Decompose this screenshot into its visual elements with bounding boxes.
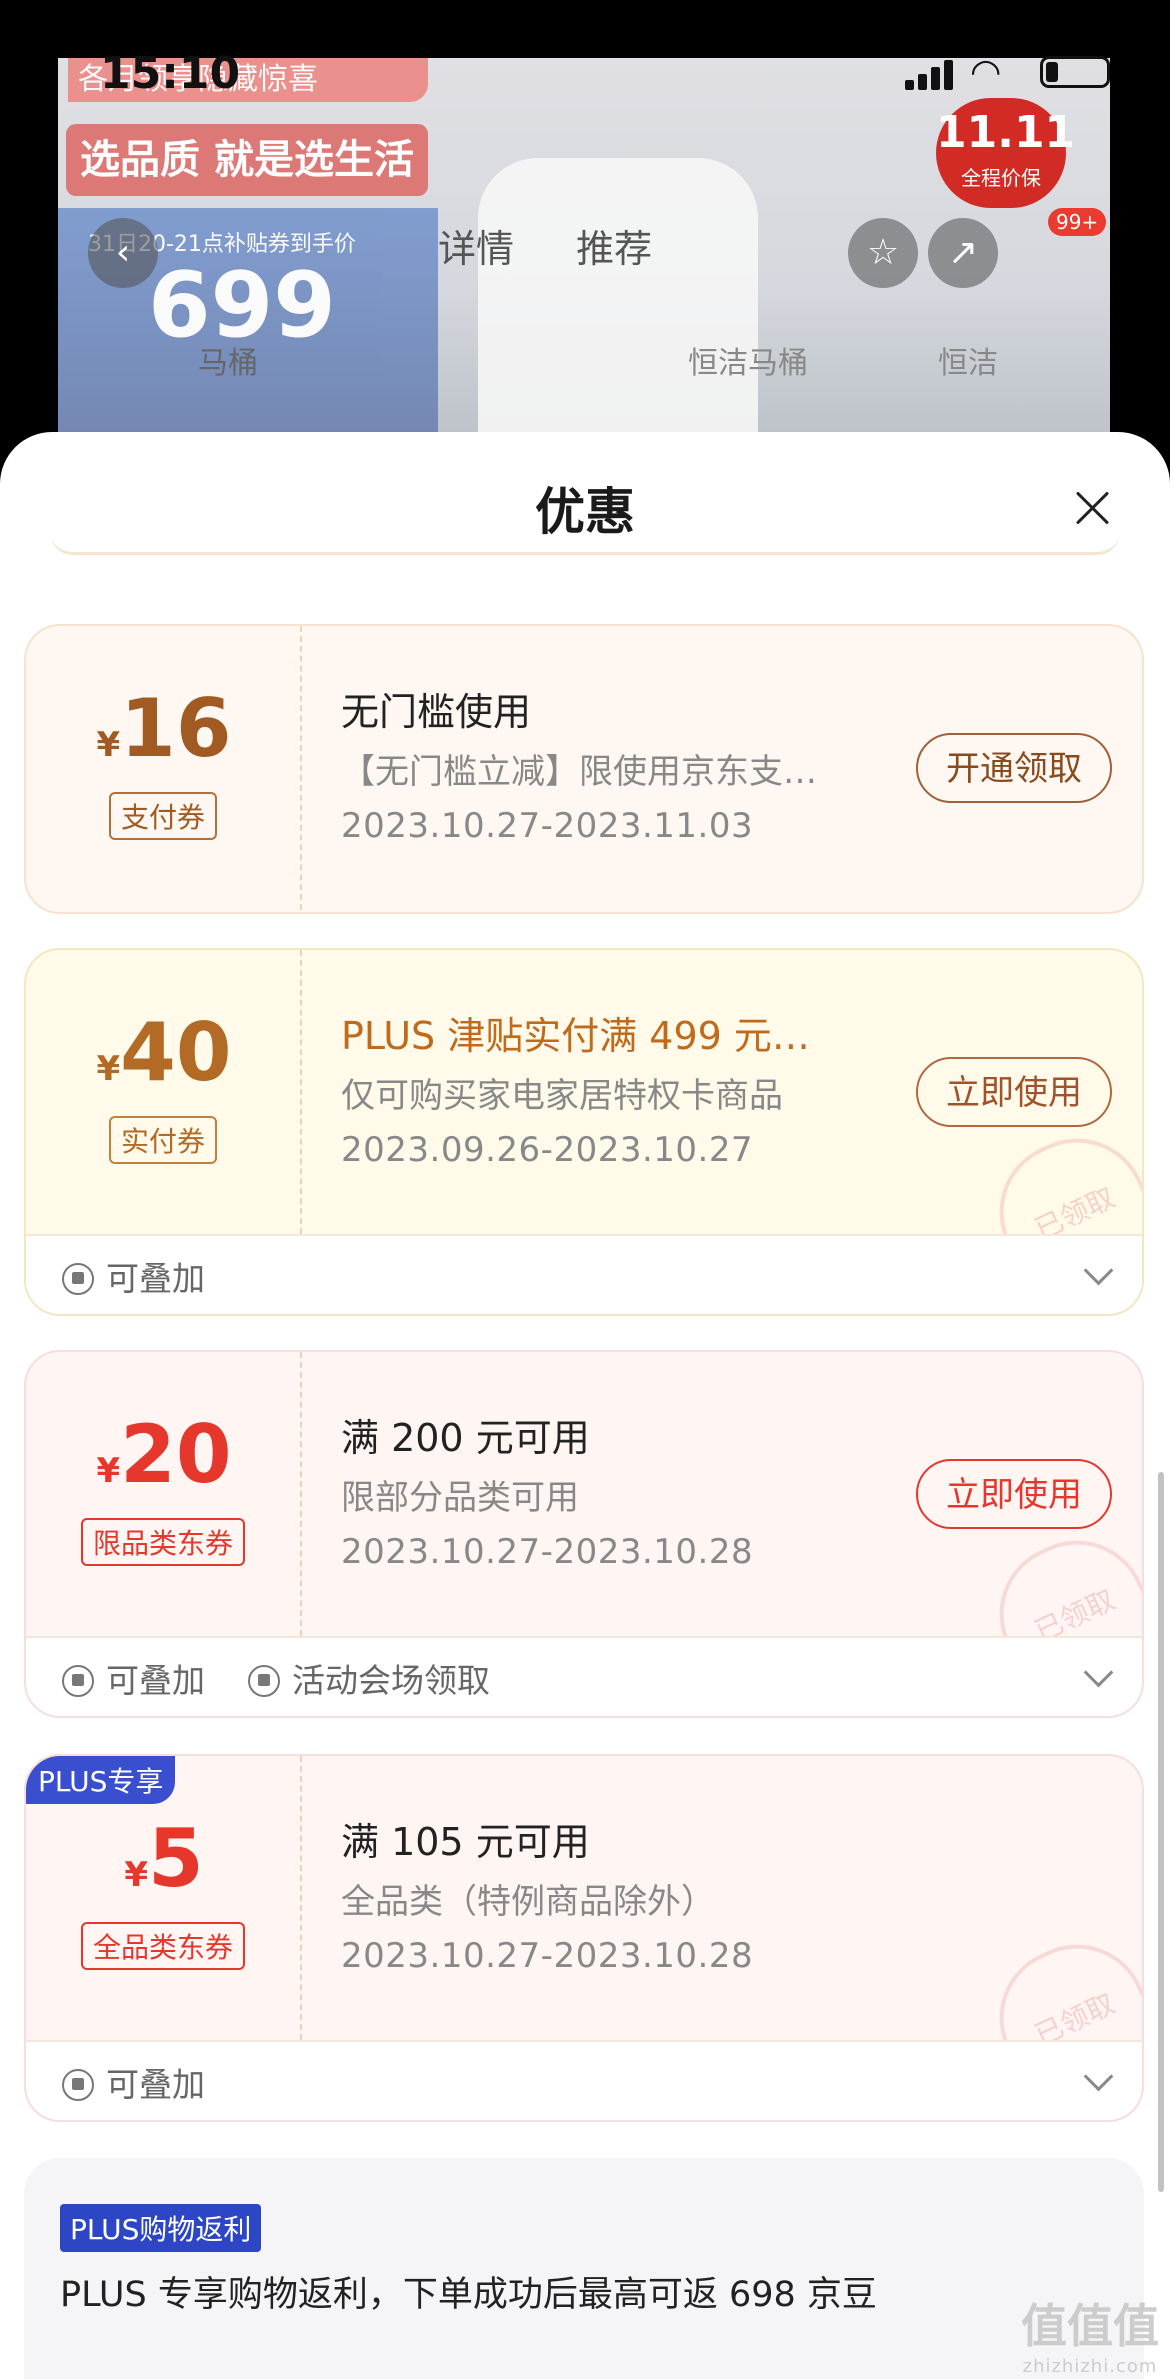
coupon-desc: 仅可购买家电家居特权卡商品 xyxy=(341,1076,783,1116)
coupon-type-tag: 实付券 xyxy=(108,1116,218,1164)
event-venue-text: 活动会场领取 xyxy=(292,1661,490,1700)
back-icon[interactable]: ‹ xyxy=(88,218,158,288)
coupon-type-tag: 支付券 xyxy=(108,792,218,840)
stackable-label: 可叠加 xyxy=(62,1252,205,1300)
activate-claim-button[interactable]: 开通领取 xyxy=(916,733,1112,803)
coupon-desc: 【无门槛立减】限使用京东支… xyxy=(341,752,817,792)
amount-value: 40 xyxy=(120,1006,232,1099)
badge-sub-text: 全程价保 xyxy=(961,166,1041,190)
stackable-label: 可叠加 xyxy=(62,1654,205,1702)
coupon-amount-area: ¥40 实付券 xyxy=(26,950,302,1234)
wifi-icon: ◠ xyxy=(970,52,1002,93)
coupon-date: 2023.10.27-2023.10.28 xyxy=(341,1532,754,1572)
coupon-type-tag: 限品类东券 xyxy=(80,1518,246,1566)
stackable-text: 可叠加 xyxy=(106,1259,205,1298)
product-tabs: 详情 推荐 xyxy=(438,218,652,273)
previous-card-edge xyxy=(50,532,1120,555)
stack-icon xyxy=(62,2069,94,2101)
stack-icon xyxy=(62,1665,94,1697)
coupon-amount: ¥20 xyxy=(26,1410,302,1500)
coupon-desc: 限部分品类可用 xyxy=(341,1478,579,1518)
cellular-signal-icon xyxy=(905,58,955,90)
watermark-logo: 值值值 xyxy=(1021,2299,1159,2353)
coupon-footer[interactable]: 可叠加 xyxy=(26,1234,1142,1314)
stackable-label: 可叠加 xyxy=(62,2058,205,2106)
coupon-footer[interactable]: 可叠加 xyxy=(26,2040,1142,2120)
currency-symbol: ¥ xyxy=(124,1855,148,1895)
coupon-title: PLUS 津贴实付满 499 元… xyxy=(341,1014,810,1058)
coupon-date: 2023.10.27-2023.11.03 xyxy=(341,806,754,846)
scrollbar[interactable] xyxy=(1158,1472,1164,2192)
tab-details[interactable]: 详情 xyxy=(438,227,514,271)
cart-count-badge: 99+ xyxy=(1048,208,1107,236)
coupon-title: 满 105 元可用 xyxy=(341,1820,590,1864)
coupon-sheet: 优惠 ¥16 支付券 无门槛使用 【无门槛立减】限使用京东支… 2023.10.… xyxy=(0,432,1170,2379)
coupon-card-16: ¥16 支付券 无门槛使用 【无门槛立减】限使用京东支… 2023.10.27-… xyxy=(24,624,1144,914)
use-now-button[interactable]: 立即使用 xyxy=(916,1057,1112,1127)
stackable-text: 可叠加 xyxy=(106,1661,205,1700)
close-icon[interactable] xyxy=(1074,490,1110,526)
chevron-down-icon[interactable] xyxy=(1083,1255,1114,1286)
chevron-down-icon[interactable] xyxy=(1083,1657,1114,1688)
coupon-desc: 全品类（特例商品除外） xyxy=(341,1882,715,1922)
coupon-card-20: ¥20 限品类东券 满 200 元可用 限部分品类可用 2023.10.27-2… xyxy=(24,1350,1144,1718)
currency-symbol: ¥ xyxy=(96,1451,121,1491)
coupon-title: 无门槛使用 xyxy=(341,690,532,734)
coupon-card-40: ¥40 实付券 PLUS 津贴实付满 499 元… 仅可购买家电家居特权卡商品 … xyxy=(24,948,1144,1316)
use-now-button[interactable]: 立即使用 xyxy=(916,1459,1112,1529)
status-time: 15:10 xyxy=(100,48,241,99)
search-keyword-1[interactable]: 马桶 xyxy=(198,338,258,382)
plus-rebate-section: PLUS购物返利 PLUS 专享购物返利，下单成功后最高可返 698 京豆 xyxy=(24,2158,1144,2379)
chevron-down-icon[interactable] xyxy=(1083,2061,1114,2092)
currency-symbol: ¥ xyxy=(96,725,121,765)
coupon-date: 2023.10.27-2023.10.28 xyxy=(341,1936,754,1976)
coupon-date: 2023.09.26-2023.10.27 xyxy=(341,1130,754,1170)
watermark-site: zhizhizhi.com xyxy=(1022,2356,1158,2377)
amount-value: 16 xyxy=(120,682,232,775)
plus-rebate-tag: PLUS购物返利 xyxy=(60,2204,262,2252)
search-keyword-2[interactable]: 恒洁马桶 xyxy=(688,338,808,382)
coupon-amount: ¥16 xyxy=(26,684,302,774)
amount-value: 20 xyxy=(120,1408,232,1501)
event-venue-label: 活动会场领取 xyxy=(248,1654,490,1702)
coupon-title: 满 200 元可用 xyxy=(341,1416,590,1460)
site-watermark: 值值值 zhizhizhi.com xyxy=(1010,2290,1170,2379)
share-icon[interactable]: ↗ xyxy=(928,218,998,288)
battery-icon xyxy=(1040,56,1110,88)
favorite-icon[interactable]: ☆ xyxy=(848,218,918,288)
coupon-amount: ¥5 xyxy=(26,1814,302,1904)
currency-symbol: ¥ xyxy=(96,1049,121,1089)
coupon-amount: ¥40 xyxy=(26,1008,302,1098)
amount-value: 5 xyxy=(148,1812,204,1905)
plus-rebate-text: PLUS 专享购物返利，下单成功后最高可返 698 京豆 xyxy=(60,2275,877,2315)
plus-exclusive-tag: PLUS专享 xyxy=(26,1756,176,1804)
venue-icon xyxy=(248,1665,280,1697)
status-bar: 15:10 ◠ xyxy=(0,0,1170,120)
search-keyword-3[interactable]: 恒洁 xyxy=(938,338,998,382)
stackable-text: 可叠加 xyxy=(106,2065,205,2104)
coupon-footer[interactable]: 可叠加 活动会场领取 xyxy=(26,1636,1142,1716)
coupon-card-5: PLUS专享 ¥5 全品类东券 满 105 元可用 全品类（特例商品除外） 20… xyxy=(24,1754,1144,2122)
tab-recommend[interactable]: 推荐 xyxy=(576,227,652,271)
coupon-type-tag: 全品类东券 xyxy=(80,1922,246,1970)
coupon-amount-area: ¥16 支付券 xyxy=(26,626,302,910)
stack-icon xyxy=(62,1263,94,1295)
coupon-amount-area: ¥20 限品类东券 xyxy=(26,1352,302,1636)
